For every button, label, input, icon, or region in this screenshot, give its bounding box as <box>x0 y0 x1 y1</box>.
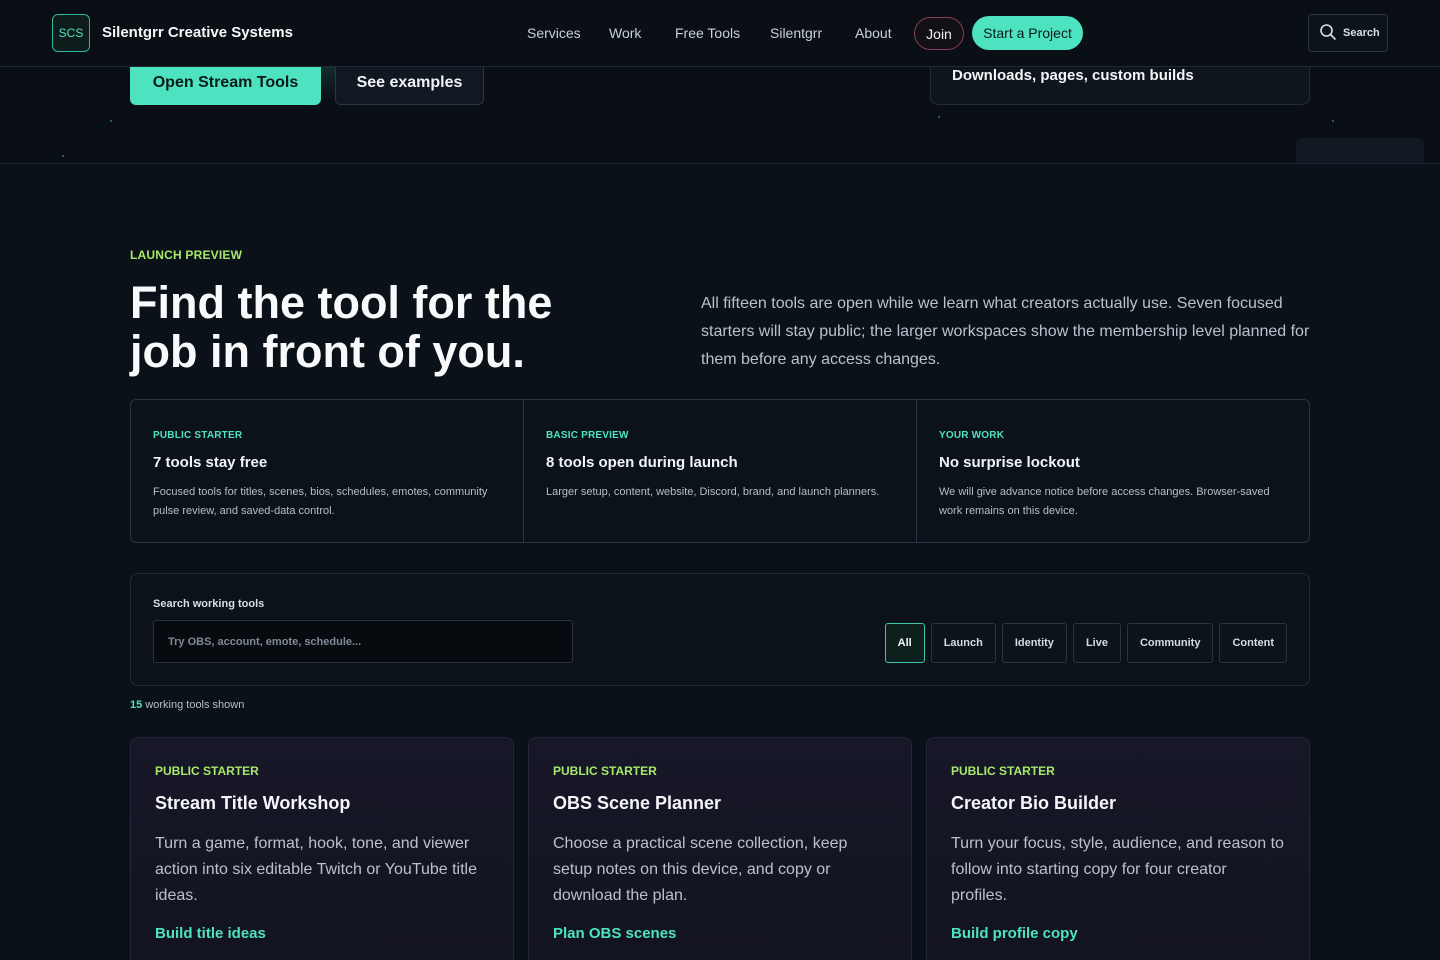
star-dot <box>110 120 112 122</box>
info-desc: Focused tools for titles, scenes, bios, … <box>153 486 488 517</box>
star-dot <box>62 155 64 157</box>
tool-link[interactable]: Build title ideas <box>155 925 489 942</box>
hero-card-text: Downloads, pages, custom builds <box>952 67 1194 84</box>
filter-identity[interactable]: Identity <box>1001 623 1067 663</box>
hero-faint-panel <box>1296 138 1424 163</box>
tool-card-creator-bio[interactable]: PUBLIC STARTER Creator Bio Builder Turn … <box>926 737 1310 960</box>
tool-tag: PUBLIC STARTER <box>951 764 1055 778</box>
filter-group: All Launch Identity Live Community Conte… <box>884 623 1287 663</box>
section-eyebrow: LAUNCH PREVIEW <box>130 248 243 262</box>
filter-community[interactable]: Community <box>1126 623 1214 663</box>
access-info-panel: PUBLIC STARTER 7 tools stay free Focused… <box>130 399 1310 543</box>
filter-content[interactable]: Content <box>1219 623 1287 663</box>
nav-link-about[interactable]: About <box>855 25 892 41</box>
page-title: Find the tool for the job in front of yo… <box>130 277 553 377</box>
top-nav: SCS Silentgrr Creative Systems Services … <box>0 0 1440 67</box>
filter-launch[interactable]: Launch <box>930 623 996 663</box>
info-public-starter: PUBLIC STARTER 7 tools stay free Focused… <box>131 400 524 542</box>
info-basic-preview: BASIC PREVIEW 8 tools open during launch… <box>524 400 917 542</box>
search-button[interactable]: Search <box>1308 14 1388 52</box>
info-title: 8 tools open during launch <box>546 454 738 471</box>
info-tag: PUBLIC STARTER <box>153 430 243 441</box>
info-desc: Larger setup, content, website, Discord,… <box>546 486 880 498</box>
tool-desc: Choose a practical scene collection, kee… <box>553 835 848 904</box>
tool-title: OBS Scene Planner <box>553 793 722 813</box>
tool-desc: Turn your focus, style, audience, and re… <box>951 835 1284 904</box>
info-tag: BASIC PREVIEW <box>546 430 629 441</box>
search-icon <box>1319 23 1337 44</box>
filter-all[interactable]: All <box>884 623 925 663</box>
nav-link-silentgrr[interactable]: Silentgrr <box>770 25 822 41</box>
tool-title: Stream Title Workshop <box>155 793 351 813</box>
star-dot <box>938 116 940 118</box>
info-your-work: YOUR WORK No surprise lockout We will gi… <box>917 400 1309 542</box>
search-button-label: Search <box>1343 27 1380 39</box>
tool-link[interactable]: Plan OBS scenes <box>553 925 887 942</box>
brand-name[interactable]: Silentgrr Creative Systems <box>102 24 293 41</box>
nav-link-free-tools[interactable]: Free Tools <box>675 25 740 41</box>
info-desc: We will give advance notice before acces… <box>939 486 1270 517</box>
tool-search-input[interactable] <box>153 620 573 663</box>
tool-count: 15 working tools shown <box>130 699 244 711</box>
start-project-button[interactable]: Start a Project <box>972 16 1083 50</box>
tool-count-text: working tools shown <box>142 699 245 711</box>
info-tag: YOUR WORK <box>939 430 1005 441</box>
tool-desc: Turn a game, format, hook, tone, and vie… <box>155 835 477 904</box>
info-title: 7 tools stay free <box>153 454 268 471</box>
info-title: No surprise lockout <box>939 454 1080 471</box>
join-button[interactable]: Join <box>914 17 964 50</box>
tool-count-number: 15 <box>130 699 143 711</box>
tool-search-panel: Search working tools All Launch Identity… <box>130 573 1310 686</box>
tool-tag: PUBLIC STARTER <box>553 764 657 778</box>
search-label: Search working tools <box>153 598 265 610</box>
tool-link[interactable]: Build profile copy <box>951 925 1285 942</box>
filter-live[interactable]: Live <box>1072 623 1121 663</box>
nav-link-services[interactable]: Services <box>527 25 581 41</box>
star-dot <box>1332 120 1334 122</box>
tool-title: Creator Bio Builder <box>951 793 1117 813</box>
logo[interactable]: SCS <box>52 14 90 52</box>
section-intro: All fifteen tools are open while we lear… <box>701 295 1310 368</box>
tool-card-stream-title[interactable]: PUBLIC STARTER Stream Title Workshop Tur… <box>130 737 514 960</box>
tool-card-obs-scene[interactable]: PUBLIC STARTER OBS Scene Planner Choose … <box>528 737 912 960</box>
tool-tag: PUBLIC STARTER <box>155 764 259 778</box>
nav-link-work[interactable]: Work <box>609 25 641 41</box>
